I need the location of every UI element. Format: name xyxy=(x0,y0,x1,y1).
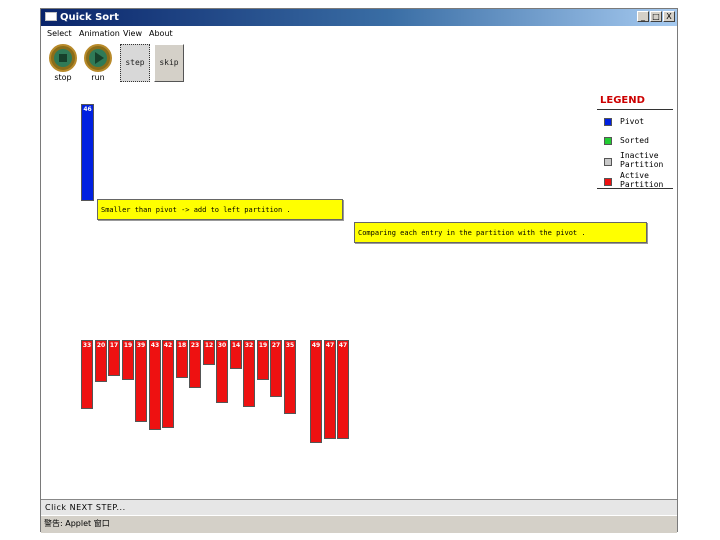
maximize-button[interactable]: □ xyxy=(650,11,662,22)
window-title: Quick Sort xyxy=(60,12,119,23)
legend-swatch-sorted xyxy=(604,137,612,145)
minimize-button[interactable]: _ xyxy=(637,11,649,22)
run-button[interactable] xyxy=(84,44,112,72)
menu-animation[interactable]: Animation xyxy=(79,27,120,40)
array-bar: 47 xyxy=(324,340,336,439)
array-bar: 14 xyxy=(230,340,242,369)
legend-swatch-inactive xyxy=(604,158,612,166)
stop-button[interactable] xyxy=(49,44,77,72)
legend-title: LEGEND xyxy=(600,95,645,106)
array-bar-value: 43 xyxy=(150,342,160,349)
menu-bar: Select Animation View About xyxy=(41,26,677,41)
array-bar: 27 xyxy=(270,340,282,397)
array-bar: 32 xyxy=(243,340,255,407)
legend-swatch-active xyxy=(604,178,612,186)
skip-button[interactable]: skip xyxy=(154,44,184,82)
array-bar: 17 xyxy=(108,340,120,376)
pivot-bar: 46 xyxy=(81,104,94,201)
array-bar-value: 49 xyxy=(311,342,321,349)
array-bar: 19 xyxy=(257,340,269,380)
message-left: Smaller than pivot -> add to left partit… xyxy=(97,199,343,220)
menu-select[interactable]: Select xyxy=(47,27,72,40)
sort-canvas: 46 Smaller than pivot -> add to left par… xyxy=(41,89,677,499)
array-bar: 47 xyxy=(337,340,349,439)
play-icon xyxy=(89,49,107,67)
array-bar: 49 xyxy=(310,340,322,443)
message-right: Comparing each entry in the partition wi… xyxy=(354,222,647,243)
array-bar-value: 47 xyxy=(325,342,335,349)
legend: LEGEND Pivot Sorted Inactive Partition A… xyxy=(597,95,673,189)
array-bar-value: 32 xyxy=(244,342,254,349)
run-label: run xyxy=(91,73,105,82)
array-bar: 30 xyxy=(216,340,228,403)
array-bar-value: 33 xyxy=(82,342,92,349)
legend-swatch-pivot xyxy=(604,118,612,126)
array-bar: 43 xyxy=(149,340,161,430)
applet-window: Quick Sort _ □ X Select Animation View A… xyxy=(40,8,678,533)
array-bar-value: 39 xyxy=(136,342,146,349)
array-bar: 20 xyxy=(95,340,107,382)
applet-warning: 警告: Applet 窗口 xyxy=(41,515,677,533)
array-bar: 19 xyxy=(122,340,134,380)
array-bar: 18 xyxy=(176,340,188,378)
array-bar: 39 xyxy=(135,340,147,422)
array-bar-value: 12 xyxy=(204,342,214,349)
array-bar-value: 17 xyxy=(109,342,119,349)
array-bar: 23 xyxy=(189,340,201,388)
array-bar-value: 42 xyxy=(163,342,173,349)
array-bar-value: 30 xyxy=(217,342,227,349)
array-bar-value: 14 xyxy=(231,342,241,349)
window-icon xyxy=(45,12,57,21)
array-bar: 42 xyxy=(162,340,174,428)
stop-icon xyxy=(54,49,72,67)
menu-about[interactable]: About xyxy=(149,27,173,40)
array-bar-value: 23 xyxy=(190,342,200,349)
array-bar-value: 27 xyxy=(271,342,281,349)
stop-label: stop xyxy=(54,73,72,82)
array-bar-value: 19 xyxy=(258,342,268,349)
array-bar-value: 18 xyxy=(177,342,187,349)
array-bar: 35 xyxy=(284,340,296,414)
array-bar-value: 20 xyxy=(96,342,106,349)
status-bar: Click NEXT STEP... xyxy=(41,499,677,515)
menu-view[interactable]: View xyxy=(123,27,142,40)
title-bar[interactable]: Quick Sort _ □ X xyxy=(41,9,677,26)
array-bar: 12 xyxy=(203,340,215,365)
toolbar: stop run step skip xyxy=(41,41,677,89)
close-button[interactable]: X xyxy=(663,11,675,22)
array-bar-value: 47 xyxy=(338,342,348,349)
step-button[interactable]: step xyxy=(120,44,150,82)
array-bar-value: 35 xyxy=(285,342,295,349)
array-bar: 33 xyxy=(81,340,93,409)
pivot-value: 46 xyxy=(83,106,92,113)
array-bar-value: 19 xyxy=(123,342,133,349)
